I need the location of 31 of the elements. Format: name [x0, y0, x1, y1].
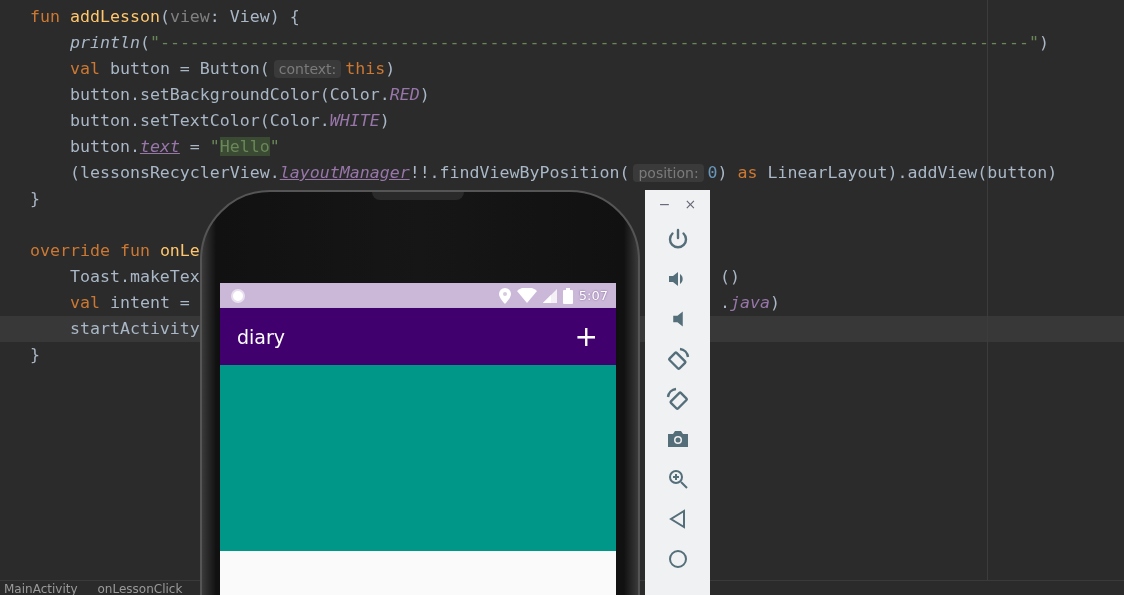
notification-icon [230, 287, 246, 304]
wifi-icon [516, 288, 537, 303]
code-line: button.setTextColor(Color.WHITE) [68, 110, 390, 132]
status-time: 5:07 [578, 288, 608, 303]
code-line: } [30, 188, 40, 210]
code-line: val button = Button( context: this) [68, 58, 396, 80]
rotate-right-button[interactable] [664, 386, 691, 412]
code-line: (lessonsRecyclerView.layoutManager!!.findViewByPosition( position: 0) as LinearLayout).addView(button) [68, 162, 1058, 184]
location-icon [498, 287, 511, 304]
breadcrumb[interactable]: MainActivity [4, 581, 78, 595]
code-line: println("---------------------------------------------------------------------------------------") [68, 32, 1050, 54]
rotate-left-icon [665, 347, 690, 371]
add-button[interactable]: + [570, 322, 602, 351]
battery-icon [562, 287, 573, 304]
code-line: () [720, 266, 740, 288]
code-line: startActivity [68, 318, 200, 340]
rotate-right-icon [665, 387, 690, 411]
breadcrumb[interactable]: onLessonClick [97, 581, 183, 595]
minimize-button[interactable]: − [658, 196, 671, 212]
code-line: Toast.makeTex [68, 266, 200, 288]
code-line: .java) [720, 292, 780, 314]
volume-down-icon [671, 310, 684, 328]
code-line: fun addLesson(view: View) { [30, 6, 300, 28]
code-line: button.text = "Hello" [68, 136, 280, 158]
close-button[interactable]: × [684, 196, 697, 212]
code-line: button.setBackgroundColor(Color.RED) [68, 84, 430, 106]
app-title: diary [237, 325, 286, 348]
code-line: override fun onLe [30, 240, 200, 262]
signal-icon [542, 288, 557, 303]
code-line: } [30, 344, 40, 366]
code-line: val intent = [68, 292, 191, 314]
